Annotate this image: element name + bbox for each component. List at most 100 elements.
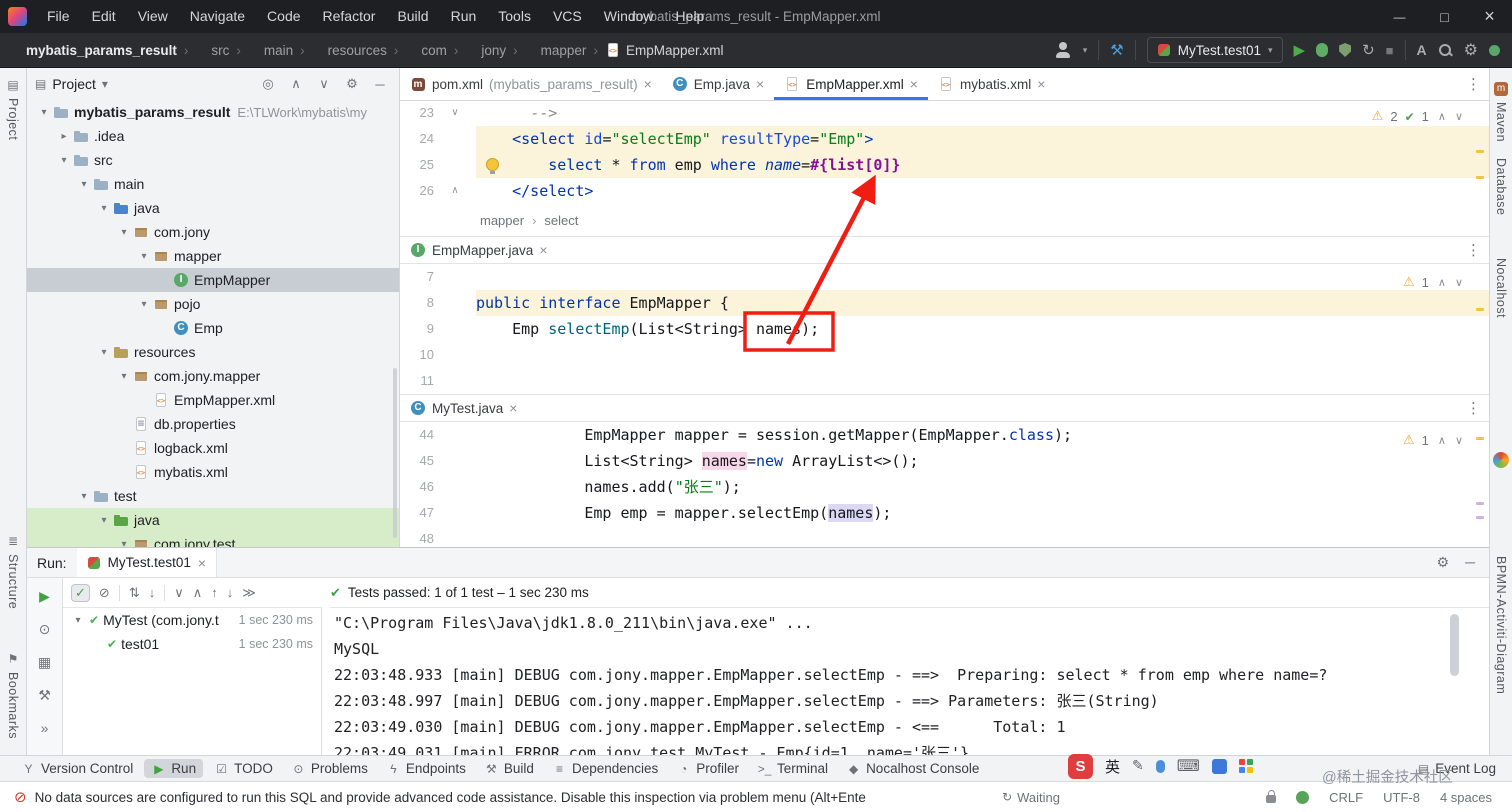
editor-tab[interactable]: pom.xml (mybatis_params_result) — [400, 68, 662, 100]
chevron-icon[interactable]: ▾ — [95, 347, 113, 358]
gear-icon[interactable]: ⚙ — [1437, 554, 1450, 571]
statusbar-item[interactable]: ≡ Dependencies — [545, 759, 665, 778]
collapse-all-icon[interactable]: ∧ — [285, 76, 307, 92]
breadcrumb-item[interactable]: com — [405, 42, 465, 58]
tree-item[interactable]: ▾ pojo — [27, 292, 399, 316]
menu-item[interactable]: Help — [665, 0, 716, 33]
jrebel-icon[interactable] — [1493, 452, 1509, 468]
stripe-mark[interactable] — [1476, 150, 1484, 153]
notification-message[interactable]: No data sources are configured to run th… — [35, 790, 866, 805]
locate-file-icon[interactable]: ◎ — [257, 76, 279, 92]
editor-breadcrumb-item[interactable]: mapper — [480, 213, 544, 228]
tree-item[interactable]: db.properties — [27, 412, 399, 436]
grazie-status-icon[interactable] — [1489, 44, 1500, 56]
statusbar-item[interactable]: ◔ Profiler — [669, 759, 746, 778]
fold-icon[interactable] — [434, 316, 476, 342]
code-text[interactable]: Emp selectEmp(List<String> names); — [476, 316, 1489, 342]
test-result-row[interactable]: test01 1 sec 230 ms — [63, 632, 321, 656]
translate-icon[interactable]: A — [1417, 42, 1427, 58]
tree-item[interactable]: ▾ mapper — [27, 244, 399, 268]
tool-window-button[interactable]: Nocalhost — [1490, 258, 1512, 318]
wrench-icon[interactable] — [38, 687, 51, 704]
more-icon[interactable] — [1466, 399, 1481, 418]
next-test-icon[interactable] — [227, 585, 234, 600]
console-scrollbar[interactable] — [1450, 614, 1459, 676]
lock-icon[interactable] — [1266, 790, 1277, 803]
tree-item[interactable]: ▾ src — [27, 148, 399, 172]
show-passed-toggle[interactable] — [71, 583, 90, 602]
breadcrumb-item[interactable]: jony — [465, 42, 524, 58]
sort-alphabetically-icon[interactable] — [129, 585, 140, 601]
menu-item[interactable]: Code — [256, 0, 311, 33]
editor-tab[interactable]: Emp.java — [662, 68, 774, 100]
editor-breadcrumb-item[interactable]: select — [544, 213, 578, 228]
fold-icon[interactable] — [434, 152, 476, 178]
more-icon[interactable] — [1466, 241, 1481, 260]
code-text[interactable]: --> — [476, 100, 1489, 126]
stripe-mark[interactable] — [1476, 437, 1484, 440]
statusbar-item[interactable]: ☑ TODO — [207, 759, 280, 778]
check-icon[interactable] — [1405, 109, 1415, 124]
chevron-icon[interactable]: ▾ — [75, 179, 93, 190]
layout-icon[interactable] — [38, 654, 51, 671]
run-tab[interactable]: MyTest.test01 — [76, 548, 218, 577]
keyboard-icon[interactable] — [1177, 756, 1200, 776]
idea-logo-icon[interactable] — [8, 7, 27, 26]
gear-icon[interactable]: ⚙ — [1464, 40, 1478, 60]
breadcrumb-item[interactable]: mybatis_params_result — [10, 42, 195, 58]
statusbar-widget[interactable]: UTF-8 — [1383, 790, 1420, 805]
fold-icon[interactable] — [434, 368, 476, 394]
close-icon[interactable] — [756, 76, 764, 92]
pin-icon[interactable] — [39, 621, 51, 638]
tree-item[interactable]: logback.xml — [27, 436, 399, 460]
tool-window-button[interactable]: Database — [1490, 158, 1512, 216]
java-editor[interactable]: 7 8 public interface EmpMapper { 9 Emp s… — [400, 264, 1489, 394]
tree-item[interactable]: Emp — [27, 316, 399, 340]
more-icon[interactable] — [242, 585, 256, 601]
chevron-icon[interactable]: ▾ — [95, 515, 113, 526]
editor-tab[interactable]: MyTest.java — [400, 395, 527, 422]
menu-item[interactable]: Build — [386, 0, 439, 33]
sort-by-duration-icon[interactable] — [149, 585, 156, 600]
rerun-icon[interactable]: ↻ — [1362, 41, 1375, 59]
prev-warning-icon[interactable]: ∧ — [1438, 110, 1446, 123]
tree-item[interactable]: ▾ mybatis_params_result E:\TLWork\mybati… — [27, 100, 399, 124]
chevron-icon[interactable]: ▾ — [35, 107, 53, 118]
run-configuration-select[interactable]: MyTest.test01 ▾ — [1146, 37, 1283, 63]
stripe-mark[interactable] — [1476, 502, 1484, 505]
tree-item[interactable]: ▾ resources — [27, 340, 399, 364]
more-icon[interactable] — [1466, 75, 1481, 94]
code-text[interactable]: <select id="selectEmp" resultType="Emp"> — [476, 126, 1489, 152]
editor-tab[interactable]: mybatis.xml — [928, 68, 1055, 100]
gear-icon[interactable]: ⚙ — [341, 76, 363, 92]
ime-settings-icon[interactable] — [1211, 758, 1227, 774]
statusbar-item[interactable]: ⚒ Build — [477, 759, 541, 778]
tool-window-button[interactable]: m Maven — [1490, 82, 1512, 142]
breadcrumb-item[interactable]: resources — [312, 42, 406, 58]
menu-item[interactable]: VCS — [542, 0, 593, 33]
stop-button[interactable]: ■ — [1386, 43, 1394, 58]
prev-warning-icon[interactable]: ∧ — [1438, 276, 1446, 289]
build-hammer-icon[interactable]: ⚒ — [1110, 41, 1123, 59]
chevron-icon[interactable]: ▾ — [115, 371, 133, 382]
code-text[interactable]: public interface EmpMapper { — [476, 290, 1489, 316]
stripe-mark[interactable] — [1476, 308, 1484, 311]
tree-item[interactable]: ▾ test — [27, 484, 399, 508]
code-text[interactable] — [476, 368, 1489, 394]
project-panel-title[interactable]: Project — [52, 76, 96, 92]
breadcrumb-item[interactable]: mapper — [525, 42, 605, 58]
menu-item[interactable]: File — [36, 0, 81, 33]
next-warning-icon[interactable]: ∨ — [1455, 276, 1463, 289]
run-console[interactable]: "C:\Program Files\Java\jdk1.8.0_211\bin\… — [322, 610, 1475, 755]
chevron-icon[interactable]: ▾ — [115, 539, 133, 548]
fold-icon[interactable] — [434, 126, 476, 152]
intention-bulb-icon[interactable] — [486, 158, 499, 174]
fold-icon[interactable]: ∧ — [434, 178, 476, 204]
code-text[interactable] — [476, 342, 1489, 368]
menu-item[interactable]: Tools — [487, 0, 542, 33]
tool-window-button[interactable]: BPMN-Activiti-Diagram — [1490, 556, 1512, 694]
fold-icon[interactable] — [434, 448, 476, 474]
maximize-button[interactable] — [1422, 0, 1467, 33]
close-button[interactable] — [1467, 0, 1512, 33]
chevron-down-icon[interactable]: ▾ — [102, 77, 108, 91]
